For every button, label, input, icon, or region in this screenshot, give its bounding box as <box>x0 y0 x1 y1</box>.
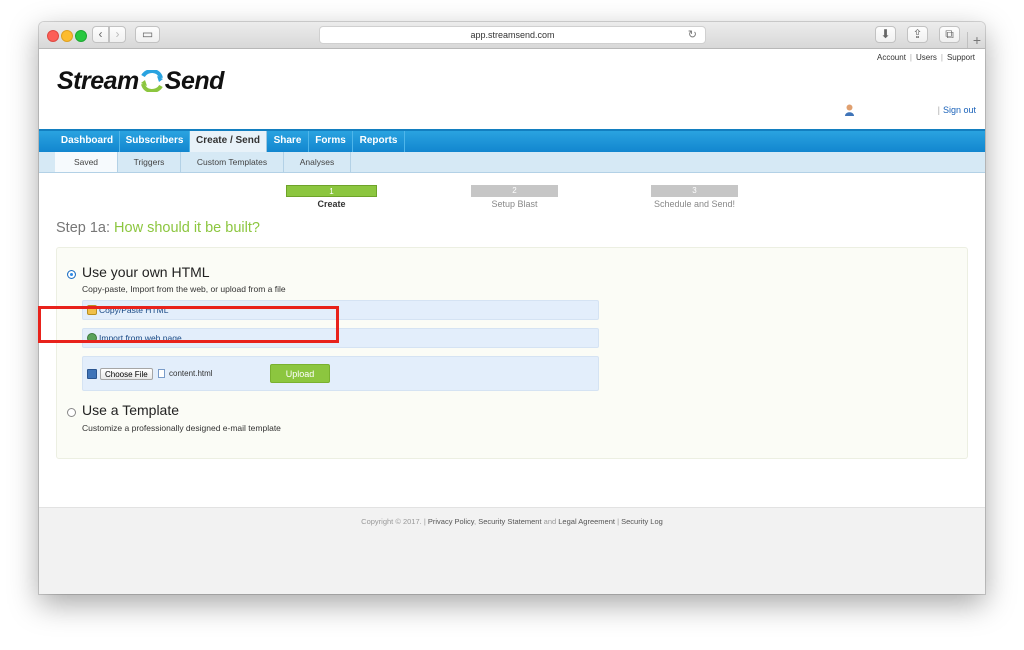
chevron-left-icon: ‹ <box>98 27 103 41</box>
nav-subscribers[interactable]: Subscribers <box>120 131 190 152</box>
option-template-title[interactable]: Use a Template <box>82 402 179 418</box>
main-nav: Dashboard Subscribers Create / Send Shar… <box>39 129 985 152</box>
option-template-description: Customize a professionally designed e-ma… <box>82 423 281 433</box>
option-html-title[interactable]: Use your own HTML <box>82 264 210 280</box>
step-1-label: Create <box>317 199 346 209</box>
copyright-text: Copyright © 2017. <box>361 517 422 526</box>
subnav-analyses[interactable]: Analyses <box>284 152 351 172</box>
upload-file-row: Choose File content.html Upload <box>82 356 599 391</box>
footer-separator: | <box>423 517 426 526</box>
subnav-custom-templates[interactable]: Custom Templates <box>181 152 284 172</box>
sub-nav: Saved Triggers Custom Templates Analyses <box>39 152 985 173</box>
download-icon: ⬇ <box>880 27 891 41</box>
step-2-bar: 2 <box>471 185 558 197</box>
reload-icon[interactable]: ↻ <box>688 27 697 43</box>
users-link[interactable]: Users <box>916 53 937 62</box>
step-3-label: Schedule and Send! <box>653 199 736 209</box>
footer-separator: | <box>617 517 620 526</box>
sidebar-toggle-button[interactable]: ▭ <box>135 26 160 43</box>
subnav-triggers[interactable]: Triggers <box>118 152 181 172</box>
step-3-bar: 3 <box>651 185 738 197</box>
page-title: Step 1a: How should it be built? <box>56 220 260 236</box>
privacy-policy-link[interactable]: Privacy Policy <box>428 517 474 526</box>
share-button[interactable]: ⇪ <box>907 26 928 43</box>
minimize-window-button[interactable] <box>61 30 73 42</box>
nav-create-send[interactable]: Create / Send <box>190 131 267 152</box>
step-2-label: Setup Blast <box>491 199 538 209</box>
signout-area: | Sign out <box>937 105 976 115</box>
user-icon[interactable] <box>844 104 855 119</box>
sign-out-link[interactable]: Sign out <box>943 105 976 115</box>
forward-button[interactable]: › <box>109 26 126 43</box>
footer-links: Copyright © 2017. | Privacy Policy, Secu… <box>39 517 985 526</box>
close-window-button[interactable] <box>47 30 59 42</box>
back-button[interactable]: ‹ <box>92 26 109 43</box>
step-1-bar: 1 <box>286 185 377 197</box>
streamsend-logo[interactable]: Stream Send <box>57 67 224 96</box>
step-prefix: Step 1a: <box>56 220 111 236</box>
upload-highlight-box <box>38 306 339 343</box>
top-links: Account | Users | Support <box>877 53 975 62</box>
radio-use-template[interactable] <box>67 408 76 417</box>
build-options-panel: Use your own HTML Copy-paste, Import fro… <box>56 247 968 459</box>
share-icon: ⇪ <box>912 27 923 41</box>
sidebar-icon: ▭ <box>141 27 154 41</box>
zoom-window-button[interactable] <box>75 30 87 42</box>
security-statement-link[interactable]: Security Statement <box>478 517 541 526</box>
plus-icon: + <box>972 32 982 48</box>
upload-button[interactable]: Upload <box>270 364 330 383</box>
downloads-button[interactable]: ⬇ <box>875 26 896 43</box>
nav-share[interactable]: Share <box>267 131 309 152</box>
footer-and: and <box>543 517 557 526</box>
new-tab-button[interactable]: + <box>967 32 985 48</box>
option-html-description: Copy-paste, Import from the web, or uplo… <box>82 284 286 294</box>
tabs-icon: ⧉ <box>945 27 954 41</box>
security-log-link[interactable]: Security Log <box>621 517 663 526</box>
legal-agreement-link[interactable]: Legal Agreement <box>558 517 615 526</box>
chevron-right-icon: › <box>115 27 120 41</box>
subnav-saved[interactable]: Saved <box>55 152 118 172</box>
account-link[interactable]: Account <box>877 53 906 62</box>
disk-icon <box>87 369 97 379</box>
page-footer: Copyright © 2017. | Privacy Policy, Secu… <box>39 507 985 594</box>
step-question: How should it be built? <box>114 220 260 236</box>
nav-dashboard[interactable]: Dashboard <box>55 131 120 152</box>
logo-text-stream: Stream <box>57 67 139 95</box>
radio-use-own-html[interactable] <box>67 270 76 279</box>
choose-file-button[interactable]: Choose File <box>100 368 153 380</box>
selected-file-name: content.html <box>169 369 213 378</box>
browser-titlebar: ‹ › ▭ app.streamsend.com ↻ ⬇ ⇪ ⧉ + <box>39 22 985 49</box>
url-text: app.streamsend.com <box>470 30 555 40</box>
logo-swirl-icon <box>140 70 163 92</box>
show-tabs-button[interactable]: ⧉ <box>939 26 960 43</box>
nav-reports[interactable]: Reports <box>353 131 405 152</box>
file-icon <box>158 369 165 378</box>
nav-forms[interactable]: Forms <box>309 131 353 152</box>
logo-text-send: Send <box>164 67 225 95</box>
address-bar[interactable]: app.streamsend.com ↻ <box>319 26 706 44</box>
support-link[interactable]: Support <box>947 53 975 62</box>
footer-comma: , <box>474 517 477 526</box>
